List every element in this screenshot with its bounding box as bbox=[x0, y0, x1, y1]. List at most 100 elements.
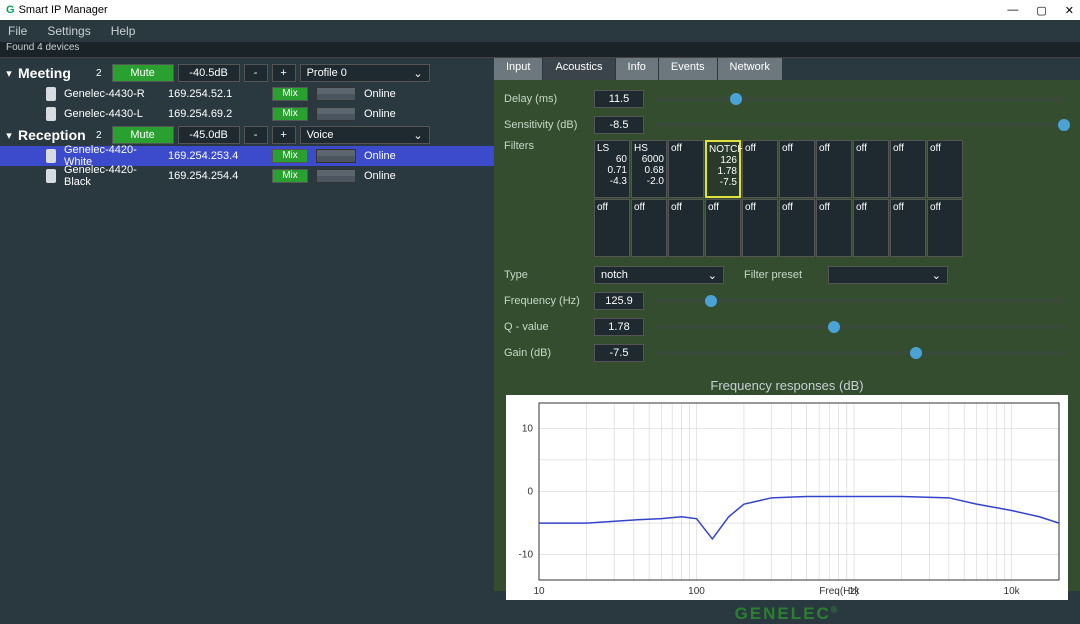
speaker-icon bbox=[46, 149, 56, 163]
device-row[interactable]: Genelec-4430-L 169.254.69.2 Mix Online bbox=[0, 104, 494, 124]
chart-title: Frequency responses (dB) bbox=[494, 378, 1080, 393]
maximize-icon[interactable]: ▢ bbox=[1036, 4, 1046, 17]
mix-button[interactable]: Mix bbox=[272, 149, 308, 163]
type-label: Type bbox=[504, 269, 586, 281]
acoustic-panel: Input Acoustics Info Events Network Dela… bbox=[494, 58, 1080, 591]
mix-button[interactable]: Mix bbox=[272, 169, 308, 183]
menu-settings[interactable]: Settings bbox=[47, 24, 90, 38]
tab-info[interactable]: Info bbox=[616, 58, 659, 80]
window-titlebar: G Smart IP Manager — ▢ ✕ bbox=[0, 0, 1080, 20]
gain-value[interactable]: -45.0dB bbox=[178, 126, 240, 144]
filter-cell[interactable]: off bbox=[594, 199, 630, 257]
gain-label: Gain (dB) bbox=[504, 347, 586, 359]
device-status: Online bbox=[364, 150, 396, 162]
level-meter bbox=[316, 149, 356, 163]
filter-cell[interactable]: off bbox=[853, 199, 889, 257]
level-meter bbox=[316, 169, 356, 183]
preset-label: Filter preset bbox=[744, 269, 820, 281]
gain-plus-button[interactable]: + bbox=[272, 126, 296, 144]
filter-cell[interactable]: off bbox=[927, 140, 963, 198]
delay-value[interactable]: 11.5 bbox=[594, 90, 644, 108]
tab-acoustics[interactable]: Acoustics bbox=[543, 58, 615, 80]
delay-label: Delay (ms) bbox=[504, 93, 586, 105]
tab-events[interactable]: Events bbox=[659, 58, 718, 80]
svg-text:10: 10 bbox=[522, 423, 534, 434]
filter-cell[interactable]: NOTCH1261.78-7.5 bbox=[705, 140, 741, 198]
device-row[interactable]: Genelec-4430-R 169.254.52.1 Mix Online bbox=[0, 84, 494, 104]
delay-slider[interactable] bbox=[656, 97, 1066, 101]
sensitivity-value[interactable]: -8.5 bbox=[594, 116, 644, 134]
mix-button[interactable]: Mix bbox=[272, 107, 308, 121]
filter-cell[interactable]: off bbox=[890, 140, 926, 198]
profile-select[interactable]: Profile 0⌄ bbox=[300, 64, 430, 82]
filter-cell[interactable]: off bbox=[779, 140, 815, 198]
filter-cell[interactable]: off bbox=[742, 140, 778, 198]
mute-button[interactable]: Mute bbox=[112, 126, 174, 144]
gain-value[interactable]: -40.5dB bbox=[178, 64, 240, 82]
device-name: Genelec-4430-L bbox=[64, 108, 160, 120]
filter-cell[interactable]: off bbox=[668, 199, 704, 257]
speaker-icon bbox=[46, 107, 56, 121]
filter-cell[interactable]: off bbox=[927, 199, 963, 257]
device-row[interactable]: Genelec-4420-White 169.254.253.4 Mix Onl… bbox=[0, 146, 494, 166]
filter-cell[interactable]: off bbox=[668, 140, 704, 198]
chevron-down-icon: ⌄ bbox=[413, 67, 422, 80]
type-select[interactable]: notch⌄ bbox=[594, 266, 724, 284]
filter-cell[interactable]: off bbox=[816, 140, 852, 198]
sensitivity-slider[interactable] bbox=[656, 123, 1066, 127]
mute-button[interactable]: Mute bbox=[112, 64, 174, 82]
filter-cell[interactable]: LS600.71-4.3 bbox=[594, 140, 630, 198]
brand-logo: GENELEC® bbox=[494, 604, 1080, 624]
svg-text:-10: -10 bbox=[519, 550, 534, 561]
menu-help[interactable]: Help bbox=[111, 24, 136, 38]
level-meter bbox=[316, 107, 356, 121]
svg-text:0: 0 bbox=[527, 487, 533, 498]
gain-value[interactable]: -7.5 bbox=[594, 344, 644, 362]
frequency-label: Frequency (Hz) bbox=[504, 295, 586, 307]
speaker-icon bbox=[46, 87, 56, 101]
group-count: 2 bbox=[96, 130, 102, 141]
mix-button[interactable]: Mix bbox=[272, 87, 308, 101]
device-ip: 169.254.253.4 bbox=[168, 150, 264, 162]
filter-cell[interactable]: off bbox=[631, 199, 667, 257]
filters-row-2: offoffoffoffoffoffoffoffoffoff bbox=[594, 199, 963, 257]
gain-slider[interactable] bbox=[656, 351, 1066, 355]
menubar: File Settings Help bbox=[0, 20, 1080, 42]
q-value[interactable]: 1.78 bbox=[594, 318, 644, 336]
expand-icon[interactable]: ▾ bbox=[4, 67, 14, 80]
window-title: Smart IP Manager bbox=[19, 4, 108, 16]
frequency-slider[interactable] bbox=[656, 299, 1066, 303]
group-name: Meeting bbox=[18, 65, 92, 81]
gain-plus-button[interactable]: + bbox=[272, 64, 296, 82]
filters-row-1: LS600.71-4.3HS60000.68-2.0offNOTCH1261.7… bbox=[594, 140, 963, 198]
gain-minus-button[interactable]: - bbox=[244, 64, 268, 82]
tab-input[interactable]: Input bbox=[494, 58, 543, 80]
tabs: Input Acoustics Info Events Network bbox=[494, 58, 1080, 80]
filter-cell[interactable]: off bbox=[779, 199, 815, 257]
filter-cell[interactable]: off bbox=[816, 199, 852, 257]
close-icon[interactable]: ✕ bbox=[1065, 4, 1074, 17]
expand-icon[interactable]: ▾ bbox=[4, 129, 14, 142]
group-count: 2 bbox=[96, 68, 102, 79]
gain-minus-button[interactable]: - bbox=[244, 126, 268, 144]
svg-text:100: 100 bbox=[688, 586, 705, 597]
level-meter bbox=[316, 87, 356, 101]
device-row[interactable]: Genelec-4420-Black 169.254.254.4 Mix Onl… bbox=[0, 166, 494, 186]
frequency-value[interactable]: 125.9 bbox=[594, 292, 644, 310]
device-status: Online bbox=[364, 170, 396, 182]
group-name: Reception bbox=[18, 127, 92, 143]
filter-cell[interactable]: HS60000.68-2.0 bbox=[631, 140, 667, 198]
filter-cell[interactable]: off bbox=[853, 140, 889, 198]
filter-cell[interactable]: off bbox=[890, 199, 926, 257]
menu-file[interactable]: File bbox=[8, 24, 27, 38]
statusbar: Found 4 devices bbox=[0, 42, 1080, 58]
filter-cell[interactable]: off bbox=[705, 199, 741, 257]
q-slider[interactable] bbox=[656, 325, 1066, 329]
filter-cell[interactable]: off bbox=[742, 199, 778, 257]
preset-select[interactable]: ⌄ bbox=[828, 266, 948, 284]
profile-select[interactable]: Voice⌄ bbox=[300, 126, 430, 144]
minimize-icon[interactable]: — bbox=[1007, 4, 1018, 17]
chevron-down-icon: ⌄ bbox=[932, 269, 941, 282]
device-ip: 169.254.254.4 bbox=[168, 170, 264, 182]
tab-network[interactable]: Network bbox=[718, 58, 783, 80]
